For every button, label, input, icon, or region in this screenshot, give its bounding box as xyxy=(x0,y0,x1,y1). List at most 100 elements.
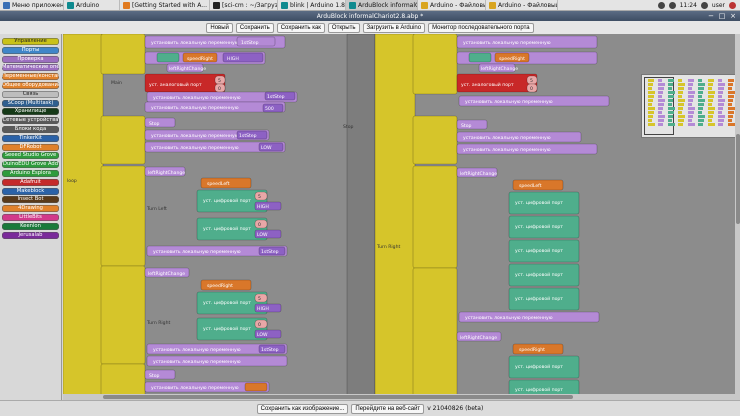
minimize-icon[interactable]: − xyxy=(707,12,715,20)
block-label: Stop xyxy=(149,373,160,379)
number-block[interactable] xyxy=(254,319,268,329)
branch-block-right[interactable] xyxy=(412,267,458,400)
block-label: уст. цифровой порт xyxy=(203,197,251,204)
category-item[interactable]: Jerusalab xyxy=(2,231,59,239)
stop-branch-block[interactable] xyxy=(100,115,146,165)
open-button[interactable]: Открыть xyxy=(327,22,360,33)
taskbar-item[interactable]: Меню приложений xyxy=(0,0,64,10)
maximize-icon[interactable]: □ xyxy=(718,12,726,20)
save-button[interactable]: Сохранить xyxy=(235,22,274,33)
taskbar-item[interactable]: [sci-cm : ~/Загрузк... xyxy=(210,0,278,10)
minimap-column xyxy=(648,79,655,131)
block-label: уст. цифровой порт xyxy=(515,199,563,206)
volume-icon[interactable] xyxy=(668,1,676,9)
turn-right-branch-block[interactable] xyxy=(100,265,146,365)
number-block[interactable] xyxy=(254,191,268,201)
minimap-block xyxy=(658,99,665,102)
minimap-block xyxy=(658,103,664,106)
math-block[interactable] xyxy=(244,382,268,392)
category-item[interactable]: Makeblock xyxy=(2,187,59,195)
taskbar-item[interactable]: ArduBlock informalChar... xyxy=(346,0,418,10)
minimap-block xyxy=(718,79,722,82)
branch-block-right[interactable] xyxy=(412,115,458,165)
workspace-minimap[interactable] xyxy=(641,74,735,138)
branch-label: Main xyxy=(111,80,122,86)
vertical-scrollbar-thumb[interactable] xyxy=(735,134,740,224)
network-icon[interactable] xyxy=(657,1,665,9)
minimap-column xyxy=(708,79,715,131)
category-item[interactable]: DFRobot xyxy=(2,143,59,151)
category-item[interactable]: Сетевые устройства xyxy=(2,117,59,125)
horizontal-scrollbar-thumb[interactable] xyxy=(103,395,573,399)
category-item[interactable]: Порты xyxy=(2,46,59,54)
minimap-block xyxy=(688,115,693,118)
minimap-block xyxy=(728,91,735,94)
taskbar-item[interactable]: Arduino xyxy=(64,0,120,10)
minimap-block xyxy=(658,119,664,122)
taskbar-item[interactable]: Arduino - Файловый ме... xyxy=(486,0,558,10)
category-item[interactable]: Seeed Studio Grove xyxy=(2,152,59,160)
toolbar: Новый Сохранить Сохранить как Открыть За… xyxy=(0,21,740,34)
new-button[interactable]: Новый xyxy=(206,22,233,33)
category-item[interactable]: Проверка xyxy=(2,55,59,63)
minimap-block xyxy=(728,107,735,110)
goto-website-button[interactable]: Перейдите на веб-сайт xyxy=(351,403,425,414)
canvas-gap[interactable] xyxy=(346,34,376,400)
category-item[interactable]: Блоки кода xyxy=(2,125,59,133)
taskbar-item[interactable]: blink | Arduino 1.8.5 xyxy=(278,0,346,10)
branch-block-right[interactable] xyxy=(412,165,458,269)
category-item[interactable]: Хранилище xyxy=(2,108,59,116)
minimap-block xyxy=(658,87,664,90)
minimap-block xyxy=(718,91,723,94)
blocks-workspace[interactable]: loop Main Turn Left Turn Right Stop Turn Righ… xyxy=(63,34,735,400)
upload-button[interactable]: Загрузить в Arduino xyxy=(362,22,426,33)
loop-label: loop xyxy=(67,178,77,184)
minimap-block xyxy=(688,123,695,126)
branch-block-right[interactable] xyxy=(412,34,458,95)
loop-block[interactable] xyxy=(63,34,104,400)
loop-block-right[interactable] xyxy=(374,34,416,400)
category-item[interactable]: SCoop (Multitask) xyxy=(2,99,59,107)
save-image-button[interactable]: Сохранить как изображение... xyxy=(256,403,349,414)
category-item[interactable]: Математические операторы xyxy=(2,64,59,72)
category-item[interactable]: Связь xyxy=(2,90,59,98)
category-item[interactable]: Переменные/константы xyxy=(2,73,59,81)
block-canvas[interactable]: loop Main Turn Left Turn Right Stop Turn Righ… xyxy=(63,34,735,400)
close-icon[interactable]: × xyxy=(729,12,737,20)
digital-value[interactable] xyxy=(468,52,492,63)
minimap-block xyxy=(688,107,695,110)
category-item[interactable]: Общее оборудование xyxy=(2,81,59,89)
minimap-block xyxy=(728,111,734,114)
minimap-block xyxy=(668,91,675,94)
block-label: leftRightChange xyxy=(148,271,185,277)
category-item[interactable]: Keenlon xyxy=(2,222,59,230)
category-item[interactable]: TinkerKit xyxy=(2,134,59,142)
block-label: уст. цифровой порт xyxy=(203,325,251,332)
taskbar-item[interactable]: [Getting Started with A... xyxy=(120,0,210,10)
app-icon xyxy=(421,1,428,9)
category-item[interactable]: Управление xyxy=(2,38,59,45)
serial-monitor-button[interactable]: Монитор последовательного порта xyxy=(428,22,534,33)
taskbar-item-label: Arduino - Файловый ме... xyxy=(430,1,485,9)
power-icon[interactable] xyxy=(729,1,736,9)
vertical-scrollbar[interactable] xyxy=(735,34,740,400)
forward-branch-block[interactable] xyxy=(100,34,146,75)
category-item[interactable]: Insect Bot xyxy=(2,196,59,204)
number-block[interactable] xyxy=(254,293,268,303)
number-block[interactable] xyxy=(254,219,268,229)
save-as-button[interactable]: Сохранить как xyxy=(276,22,325,33)
minimap-block xyxy=(698,83,705,86)
category-item[interactable]: LittleBits xyxy=(2,213,59,221)
turn-left-branch-block[interactable] xyxy=(100,165,146,267)
category-item[interactable]: Adafruit xyxy=(2,178,59,186)
minimap-block xyxy=(668,123,675,126)
minimap-block xyxy=(678,87,684,90)
minimap-block xyxy=(728,95,734,98)
minimap-block xyxy=(708,103,712,106)
block-label: HIGH xyxy=(257,204,269,210)
digital-value[interactable] xyxy=(156,52,180,63)
category-item[interactable]: Arduino Esplora xyxy=(2,169,59,177)
category-item[interactable]: DuinoEDU Grove Add xyxy=(2,161,59,169)
category-item[interactable]: 4Drawing xyxy=(2,205,59,213)
taskbar-item[interactable]: Arduino - Файловый ме... xyxy=(418,0,486,10)
